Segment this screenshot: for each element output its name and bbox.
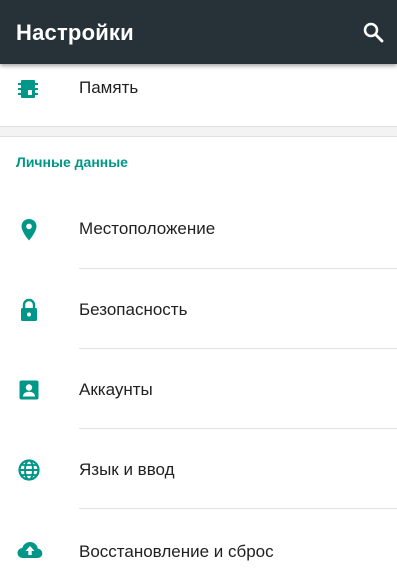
memory-icon — [16, 76, 42, 102]
section-divider — [0, 126, 397, 137]
settings-item-language[interactable]: Язык и ввод — [0, 429, 397, 509]
account-icon — [16, 377, 42, 403]
settings-item-label: Память — [79, 78, 139, 97]
settings-item-label: Аккаунты — [79, 380, 153, 399]
settings-item-label: Язык и ввод — [79, 460, 175, 479]
settings-item-security[interactable]: Безопасность — [0, 269, 397, 349]
section-header: Личные данные — [16, 154, 128, 170]
settings-item-label: Местоположение — [79, 219, 216, 238]
location-icon — [16, 217, 42, 243]
settings-item-location[interactable]: Местоположение — [0, 189, 397, 269]
lock-icon — [16, 297, 42, 323]
settings-item-backup-reset[interactable]: Восстановление и сброс — [0, 509, 397, 578]
settings-item-accounts[interactable]: Аккаунты — [0, 349, 397, 429]
globe-icon — [16, 457, 42, 483]
settings-item-label: Восстановление и сброс — [79, 542, 274, 561]
settings-item-label: Безопасность — [79, 300, 188, 319]
cloud-upload-icon — [16, 539, 43, 565]
settings-item-memory[interactable]: Память — [0, 56, 397, 126]
app-bar: Настройки — [0, 0, 397, 64]
page-title: Настройки — [16, 20, 134, 45]
search-icon[interactable] — [361, 20, 385, 44]
